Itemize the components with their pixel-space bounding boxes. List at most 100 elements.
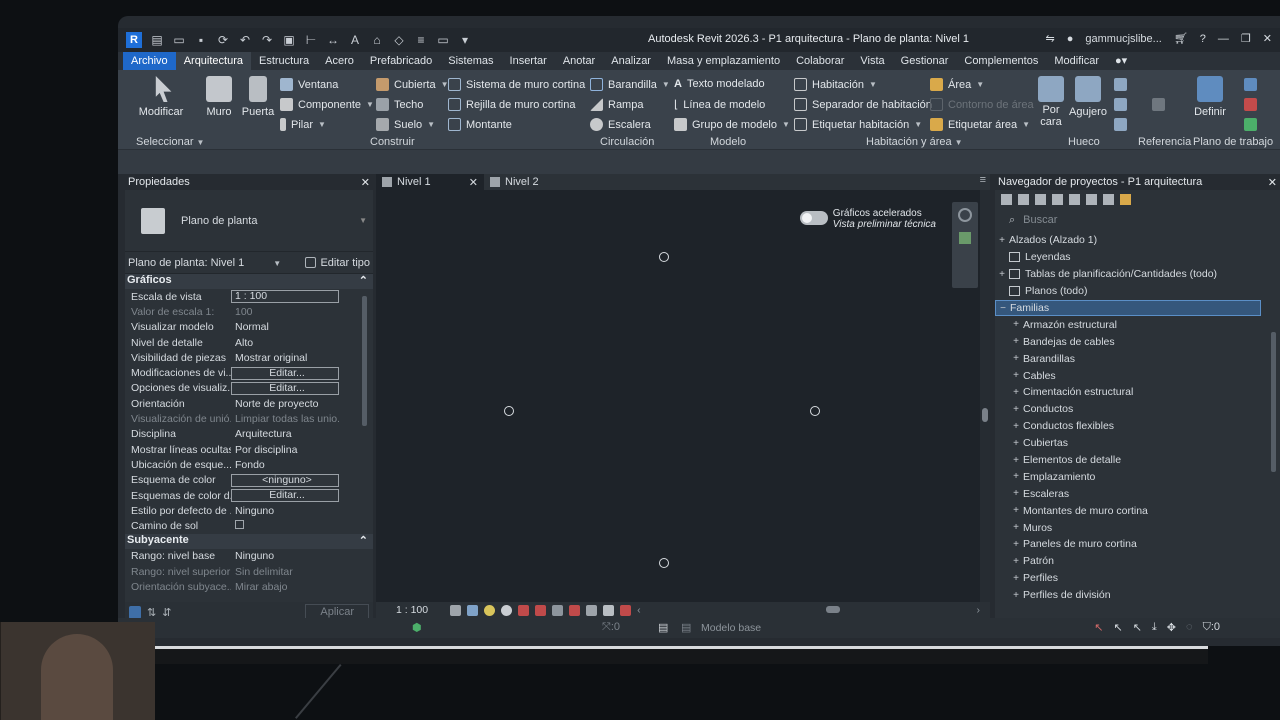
show-crop-icon[interactable] [535, 604, 547, 616]
user-name[interactable]: gammucjslibe... [1085, 33, 1161, 45]
app-logo[interactable]: R [126, 32, 142, 48]
suelo-button[interactable]: Suelo ▼ [376, 118, 435, 131]
linea-modelo-button[interactable]: ⌊ Línea de modelo [674, 98, 765, 112]
viewer-icon[interactable] [1244, 118, 1257, 131]
componente-button[interactable]: Componente ▼ [280, 98, 374, 111]
rampa-button[interactable]: Rampa [590, 98, 643, 111]
analytical-model-icon[interactable] [603, 604, 615, 616]
worksharing-icon[interactable] [586, 604, 598, 616]
tree-item[interactable]: + Elementos de detalle [995, 452, 1280, 469]
crop-view-icon[interactable] [518, 604, 530, 616]
tab-masa[interactable]: Masa y emplazamiento [659, 52, 788, 70]
escalera-button[interactable]: Escalera [590, 118, 651, 131]
editable-icon[interactable]: ⤧ [602, 621, 611, 633]
groups-icon[interactable] [1103, 193, 1114, 205]
chevron-down-icon[interactable]: ▼ [976, 80, 984, 89]
sort-za-icon[interactable]: ⇵ [162, 606, 171, 619]
expand-icon[interactable]: + [1009, 319, 1023, 330]
close-icon[interactable]: ✕ [1268, 176, 1277, 189]
expand-icon[interactable]: + [1009, 522, 1023, 533]
tab-gestionar[interactable]: Gestionar [893, 52, 957, 70]
tab-vista[interactable]: Vista [852, 52, 892, 70]
ventana-button[interactable]: Ventana [280, 78, 338, 91]
save-icon[interactable]: ▪ [194, 33, 208, 47]
tree-item[interactable]: + Barandillas [995, 350, 1280, 367]
families-icon[interactable] [1086, 193, 1097, 205]
drawing-canvas[interactable]: Gráficos acelerados Vista preliminar téc… [376, 190, 980, 602]
share-icon[interactable]: ⇋ [1046, 32, 1055, 45]
tree-item[interactable]: + Montantes de muro cortina [995, 502, 1280, 519]
horizontal-scrollbar-thumb[interactable] [826, 606, 840, 613]
tree-item[interactable]: + Escaleras [995, 485, 1280, 502]
dormer-icon[interactable] [1114, 118, 1127, 131]
etiquetar-area-button[interactable]: Etiquetar área ▼ [930, 118, 1030, 131]
open-icon[interactable]: ▭ [172, 33, 186, 47]
zoom-icon[interactable] [959, 232, 971, 244]
expand-icon[interactable]: + [1009, 353, 1023, 364]
separador-habitacion-button[interactable]: Separador de habitación [794, 98, 932, 111]
pilar-button[interactable]: Pilar ▼ [280, 118, 326, 131]
expand-icon[interactable]: + [1009, 573, 1023, 584]
muro-button[interactable]: Muro [204, 76, 234, 118]
expand-icon[interactable]: + [1009, 556, 1023, 567]
user-icon[interactable]: ● [1067, 33, 1074, 45]
view-instance-selector[interactable]: Plano de planta: Nivel 1 ▼ [128, 257, 281, 269]
tree-item[interactable]: + Armazón estructural [995, 316, 1280, 333]
customize-qat-icon[interactable]: ▾ [458, 33, 472, 47]
sync-icon[interactable]: ⟳ [216, 33, 230, 47]
color-scheme-button[interactable]: <ninguno> [231, 473, 339, 487]
expand-icon[interactable]: + [1009, 455, 1023, 466]
tree-item[interactable]: − Familias [995, 299, 1261, 317]
type-selector[interactable]: Plano de planta ▼ [125, 190, 373, 252]
cubierta-button[interactable]: Cubierta ▼ [376, 78, 449, 91]
text-icon[interactable]: A [348, 33, 362, 47]
section-icon[interactable]: ◇ [392, 33, 406, 47]
expand-icon[interactable]: + [1009, 387, 1023, 398]
chevron-down-icon[interactable]: ▼ [1022, 120, 1030, 129]
techo-button[interactable]: Techo [376, 98, 423, 111]
select-pinned-icon[interactable]: ↖ [1133, 621, 1142, 634]
mullion-button[interactable]: Montante [448, 118, 512, 131]
category-graficos[interactable]: Gráficos ⌃ [125, 274, 373, 289]
tab-insertar[interactable]: Insertar [502, 52, 555, 70]
tab-estructura[interactable]: Estructura [251, 52, 317, 70]
tree-item[interactable]: + Conductos [995, 401, 1280, 418]
vertical-opening-icon[interactable] [1114, 98, 1127, 111]
tab-anotar[interactable]: Anotar [555, 52, 603, 70]
edit-type-button[interactable]: Editar tipo [305, 257, 370, 269]
select-links-icon[interactable]: ↖ [1094, 621, 1103, 634]
close-button[interactable]: ✕ [1263, 32, 1272, 45]
tab-arquitectura[interactable]: Arquitectura [175, 52, 251, 70]
accelerated-graphics-toggle[interactable] [799, 211, 828, 225]
expand-icon[interactable]: + [1009, 539, 1023, 550]
thin-lines-icon[interactable]: ≡ [414, 33, 428, 47]
expand-icon[interactable]: + [1009, 438, 1023, 449]
tab-nivel-1[interactable]: Nivel 1 ✕ [376, 174, 484, 190]
tree-item[interactable]: + Alzados (Alzado 1) [995, 232, 1280, 249]
temp-hide-icon[interactable] [552, 604, 564, 616]
tab-colaborar[interactable]: Colaborar [788, 52, 852, 70]
detail-level-icon[interactable] [450, 604, 462, 616]
home-icon[interactable] [1001, 193, 1012, 205]
habitacion-button[interactable]: Habitación ▼ [794, 78, 877, 91]
expand-icon[interactable]: + [1009, 421, 1023, 432]
expand-icon[interactable]: + [1009, 488, 1023, 499]
scroll-right-icon[interactable]: › [977, 604, 981, 616]
etiquetar-habitacion-button[interactable]: Etiquetar habitación ▼ [794, 118, 922, 131]
tree-item[interactable]: + Perfiles de división [995, 587, 1280, 604]
browser-search[interactable]: ⌕ Buscar [1005, 212, 1266, 228]
view-scale[interactable]: 1 : 100 [396, 604, 428, 616]
dimension-icon[interactable]: ↔ [326, 33, 340, 47]
help-icon[interactable]: ? [1200, 33, 1206, 45]
panel-seleccionar[interactable]: Seleccionar ▼ [136, 136, 204, 148]
restore-button[interactable]: ❐ [1241, 32, 1251, 45]
redo-icon[interactable]: ↷ [260, 33, 274, 47]
cart-icon[interactable]: 🛒︎ [1174, 32, 1188, 45]
sheets-icon[interactable] [1035, 193, 1046, 205]
tree-item[interactable]: + Muros [995, 519, 1280, 536]
select-by-face-icon[interactable]: ⤓ [1152, 621, 1157, 634]
tree-item[interactable]: + Patrón [995, 553, 1280, 570]
steering-wheel-icon[interactable] [958, 208, 972, 222]
measure-icon[interactable]: ⊢ [304, 33, 318, 47]
sort-az-icon[interactable]: ⇅ [147, 606, 156, 619]
